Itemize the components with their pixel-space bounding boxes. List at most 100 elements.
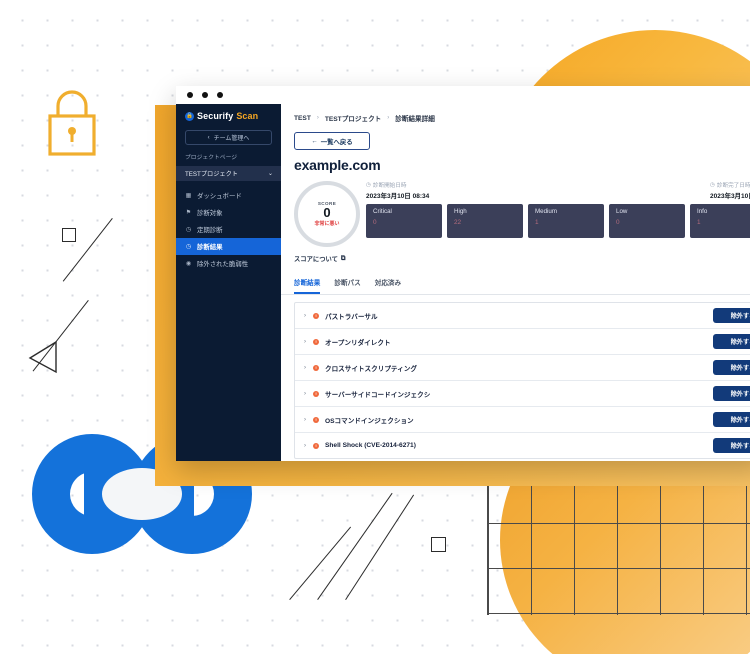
decorative-grid-mesh (487, 477, 750, 615)
severity-count: 0 (616, 219, 620, 226)
window-body: 🔒 Securify Scan ‹ チーム管理へ プロジェクトページ TESTプ… (176, 104, 750, 461)
severity-count: 0 (373, 219, 377, 226)
severity-count: 1 (697, 219, 701, 226)
back-to-list-button[interactable]: ← 一覧へ戻る (294, 132, 370, 150)
row-content: パストラバーサル 除外する (325, 303, 750, 328)
chevron-right-icon[interactable]: › (304, 443, 306, 449)
table-row[interactable]: › ! Shell Shock (CVE-2014-6271) 除外する (295, 433, 750, 458)
sidebar: 🔒 Securify Scan ‹ チーム管理へ プロジェクトページ TESTプ… (176, 104, 281, 461)
score-value: 0 (323, 204, 331, 220)
decorative-triangle-icon (28, 340, 57, 374)
scan-dates: ◷ 診断開始日時 2023年3月10日 08:34 ◷ 診断完了日時 2023年… (366, 181, 750, 200)
chevron-down-icon: ⌄ (267, 170, 273, 177)
severity-name: Low (616, 208, 628, 215)
chevron-right-icon[interactable]: › (304, 391, 306, 397)
severity-card-info[interactable]: Info 1 (690, 204, 750, 238)
severity-card-medium[interactable]: Medium 1 (528, 204, 604, 238)
vulnerability-name: オープンリダイレクト (325, 339, 391, 347)
exclude-button[interactable]: 除外する (713, 308, 750, 323)
clock-icon: ◷ (366, 182, 371, 188)
severity-card-high[interactable]: High 22 (447, 204, 523, 238)
severity-dot-icon: ! (313, 312, 319, 319)
scan-start-label: 診断開始日時 (372, 183, 407, 189)
result-tabs: 診断結果 診断パス 対応済み (281, 268, 750, 295)
score-about-link[interactable]: スコアについて ⧉ (294, 254, 356, 264)
report-icon: ◷ (185, 244, 192, 250)
excluded-icon: ◉ (185, 261, 192, 267)
chevron-right-icon[interactable]: › (304, 339, 306, 345)
tab-scan-paths[interactable]: 診断パス (334, 277, 360, 294)
close-dot[interactable] (187, 92, 193, 98)
vulnerability-list: › ! パストラバーサル 除外する › ! オープンリダイレクト 除外する (294, 302, 750, 459)
vulnerability-name: クロスサイトスクリプティング (325, 365, 417, 373)
project-selector-value: TESTプロジェクト (185, 171, 238, 178)
padlock-icon (48, 90, 96, 156)
severity-cards: Critical 0 High 22 Medium 1 Low 0 Info 1 (366, 204, 750, 238)
back-button-label: 一覧へ戻る (320, 138, 353, 146)
chevron-left-icon: ‹ (207, 134, 210, 141)
page-title: example.com (294, 157, 381, 173)
table-row[interactable]: › ! パストラバーサル 除外する (295, 303, 750, 329)
team-management-button[interactable]: ‹ チーム管理へ (185, 130, 272, 145)
table-row[interactable]: › ! サーバーサイドコードインジェクシ 除外する (295, 381, 750, 407)
row-content: Shell Shock (CVE-2014-6271) 除外する (325, 433, 750, 458)
scan-end-label-row: ◷ 診断完了日時 (710, 181, 750, 189)
exclude-button[interactable]: 除外する (713, 412, 750, 427)
shield-lock-icon: 🔒 (185, 111, 194, 121)
vulnerability-name: Shell Shock (CVE-2014-6271) (325, 442, 416, 449)
breadcrumb-item-root[interactable]: TEST (294, 115, 311, 122)
breadcrumb-separator: › (387, 115, 390, 121)
sidebar-item-label: 診断結果 (197, 244, 223, 251)
scan-end-label: 診断完了日時 (716, 183, 750, 189)
breadcrumb-item-project[interactable]: TESTプロジェクト (325, 113, 381, 123)
severity-dot-icon: ! (313, 390, 319, 397)
sidebar-item-dashboard[interactable]: ▦ ダッシュボード (176, 187, 281, 204)
table-row[interactable]: › ! クロスサイトスクリプティング 除外する (295, 355, 750, 381)
severity-panel: ◷ 診断開始日時 2023年3月10日 08:34 ◷ 診断完了日時 2023年… (366, 181, 750, 263)
scan-end-block: ◷ 診断完了日時 2023年3月10日 09: (710, 181, 750, 200)
sidebar-item-scan-targets[interactable]: ⚑ 診断対象 (176, 204, 281, 221)
severity-dot-icon: ! (313, 416, 319, 423)
minimize-dot[interactable] (202, 92, 208, 98)
exclude-button[interactable]: 除外する (713, 360, 750, 375)
chevron-right-icon[interactable]: › (304, 313, 306, 319)
vulnerability-name: サーバーサイドコードインジェクシ (325, 391, 431, 399)
clock-icon: ◷ (709, 182, 715, 188)
severity-dot-icon: ! (313, 442, 319, 449)
app-brand[interactable]: 🔒 Securify Scan (176, 104, 281, 128)
score-panel: SCORE 0 非常に悪い スコアについて ⧉ (294, 181, 360, 264)
table-row[interactable]: › ! オープンリダイレクト 除外する (295, 329, 750, 355)
exclude-button[interactable]: 除外する (713, 386, 750, 401)
sidebar-section-label: プロジェクトページ (185, 155, 238, 161)
exclude-button[interactable]: 除外する (713, 438, 750, 453)
clock-icon: ◷ (185, 227, 192, 233)
exclude-button[interactable]: 除外する (713, 334, 750, 349)
window-titlebar (176, 86, 750, 104)
tab-scan-results[interactable]: 診断結果 (294, 277, 321, 294)
sidebar-item-scan-results[interactable]: ◷ 診断結果 (176, 238, 281, 255)
table-row[interactable]: › ! OSコマンドインジェクション 除外する (295, 407, 750, 433)
maximize-dot[interactable] (217, 92, 223, 98)
sidebar-item-scheduled-scan[interactable]: ◷ 定期診断 (176, 221, 281, 238)
project-selector[interactable]: TESTプロジェクト ⌄ (176, 166, 281, 181)
score-ring: SCORE 0 非常に悪い (294, 181, 360, 247)
decorative-square-small-bottom (431, 537, 446, 552)
severity-card-critical[interactable]: Critical 0 (366, 204, 442, 238)
chevron-right-icon[interactable]: › (304, 417, 306, 423)
sidebar-item-excluded-vulnerabilities[interactable]: ◉ 除外された脆弱性 (176, 255, 281, 272)
severity-name: Info (697, 208, 708, 215)
sidebar-item-label: 定期診断 (197, 227, 223, 234)
row-content: クロスサイトスクリプティング 除外する (325, 355, 750, 380)
team-management-label: チーム管理へ (213, 136, 250, 142)
severity-name: High (454, 208, 467, 215)
browser-window: 🔒 Securify Scan ‹ チーム管理へ プロジェクトページ TESTプ… (176, 86, 750, 461)
chevron-right-icon[interactable]: › (304, 365, 306, 371)
severity-card-low[interactable]: Low 0 (609, 204, 685, 238)
tab-resolved[interactable]: 対応済み (375, 277, 401, 294)
severity-dot-icon: ! (313, 338, 319, 345)
score-about-label: スコアについて (294, 256, 338, 263)
breadcrumb: TEST › TESTプロジェクト › 診断結果詳細 (281, 104, 750, 124)
summary-section: SCORE 0 非常に悪い スコアについて ⧉ ◷ 診断開始日時 2023年3月… (281, 173, 750, 263)
main-content: TEST › TESTプロジェクト › 診断結果詳細 ← 一覧へ戻る examp… (281, 104, 750, 461)
target-icon: ⚑ (185, 210, 192, 216)
